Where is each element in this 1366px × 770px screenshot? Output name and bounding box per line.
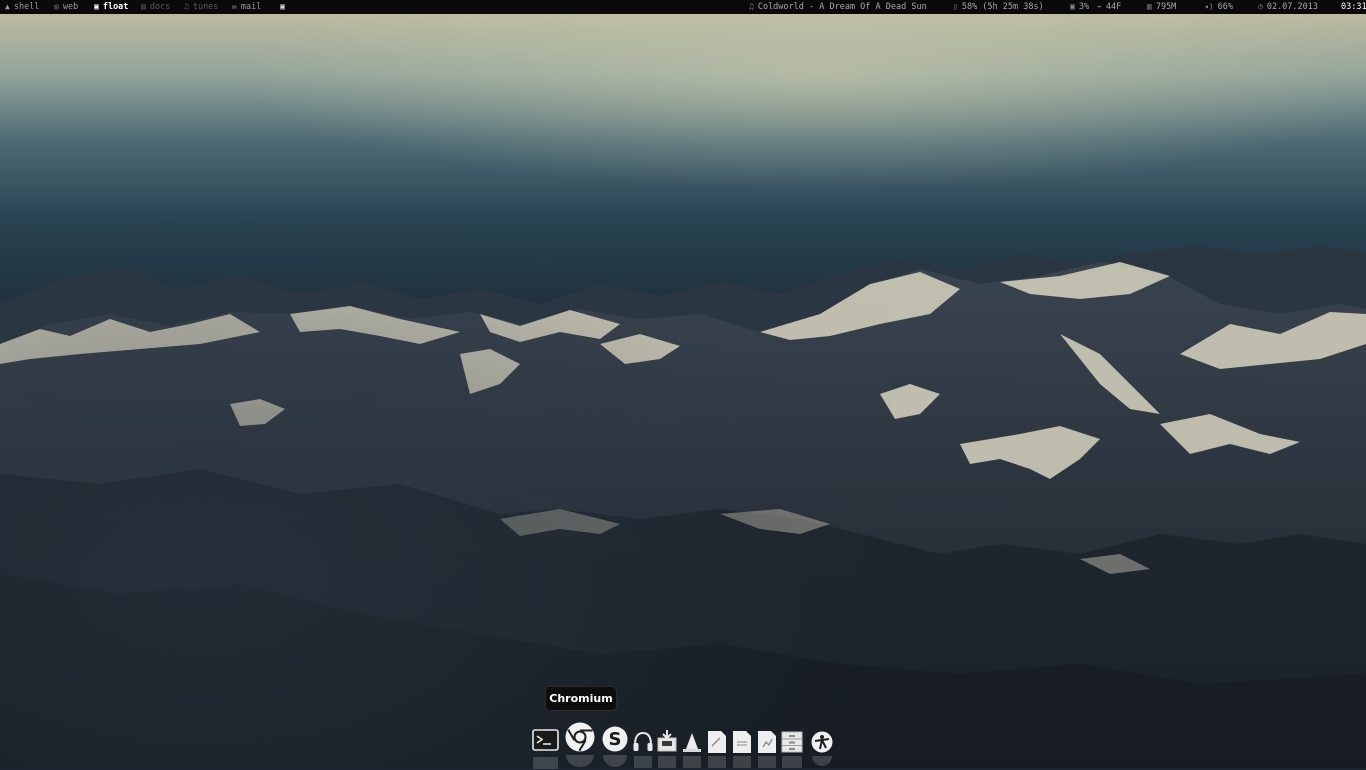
music-note-icon: ♫ <box>749 2 754 11</box>
dock-item-package-manager[interactable] <box>656 729 678 753</box>
speaker-icon: ◂) <box>1204 2 1214 11</box>
document-icon: ▤ <box>141 2 146 11</box>
workspace-web[interactable]: ◎ web <box>54 0 78 14</box>
mountain-landscape <box>0 14 1366 768</box>
document-icon <box>733 731 751 753</box>
dock-item-text-editor[interactable] <box>707 730 727 754</box>
workspace-label: tunes <box>192 2 219 12</box>
envelope-icon: ✉ <box>232 2 237 11</box>
battery-icon: ▯ <box>953 2 958 11</box>
battery-text: 58% (5h 25m 38s) <box>961 2 1044 12</box>
battery-status: ▯ 58% (5h 25m 38s) <box>953 0 1044 14</box>
chromium-icon <box>565 722 595 752</box>
package-icon <box>657 730 677 752</box>
now-playing-text: Coldworld - A Dream Of A Dead Sun <box>757 2 927 12</box>
top-panel: ▲ shell ◎ web ▣ float ▤ docs ♫ tunes ✉ m… <box>0 0 1366 14</box>
layout-indicator[interactable]: ▣ <box>280 0 285 14</box>
window-icon: ▣ <box>94 2 99 11</box>
reflection-settings <box>810 756 834 768</box>
file-cabinet-icon <box>781 731 803 753</box>
dock-item-spreadsheet[interactable] <box>757 730 777 754</box>
music-note-icon: ♫ <box>184 2 189 11</box>
workspace-label: web <box>62 2 79 12</box>
temperature-text: 44F <box>1105 2 1122 12</box>
skype-icon: S <box>602 726 628 752</box>
workspace-label: shell <box>13 2 40 12</box>
time-text: 03:31 <box>1341 2 1366 12</box>
text-document-icon <box>708 731 726 753</box>
reflection-headphones <box>632 756 654 768</box>
workspace-mail[interactable]: ✉ mail <box>232 0 261 14</box>
workspace-label: float <box>102 2 129 12</box>
arch-logo-icon: ▲ <box>5 2 10 11</box>
reflection-package <box>656 756 678 768</box>
svg-text:S: S <box>609 729 622 750</box>
traffic-cone-icon <box>683 733 701 752</box>
cpu-text: 3% <box>1078 2 1090 12</box>
cpu-icon: ▣ <box>1070 2 1075 11</box>
reflection-spreadsheet <box>757 756 777 768</box>
settings-icon <box>811 731 833 753</box>
reflection-document <box>732 756 752 768</box>
dock-item-document-viewer[interactable] <box>732 730 752 754</box>
workspace-float[interactable]: ▣ float <box>94 0 128 14</box>
layout-icon: ▣ <box>280 2 285 11</box>
workspace-label: mail <box>240 2 262 12</box>
desktop-wallpaper <box>0 14 1366 768</box>
headphones-icon <box>633 731 653 751</box>
tooltip-text: Chromium <box>549 692 613 705</box>
dock-item-terminal[interactable] <box>532 728 559 752</box>
workspace-tunes[interactable]: ♫ tunes <box>184 0 218 14</box>
time-status: 03:31 <box>1341 0 1366 14</box>
reflection-skype <box>600 755 630 769</box>
memory-status: ▥ 795M <box>1147 0 1176 14</box>
volume-status[interactable]: ◂) 66% <box>1204 0 1233 14</box>
memory-icon: ▥ <box>1147 2 1152 11</box>
reflection-chromium <box>564 755 596 769</box>
terminal-icon <box>532 729 559 751</box>
dock-item-system-settings[interactable] <box>810 730 834 754</box>
dock-item-chromium[interactable] <box>564 721 596 753</box>
workspace-shell[interactable]: ▲ shell <box>5 0 39 14</box>
dock-tooltip: Chromium <box>545 686 617 711</box>
reflection-text-editor <box>707 756 727 768</box>
globe-icon: ◎ <box>54 2 59 11</box>
workspace-label: docs <box>149 2 171 12</box>
thermometer-icon: ⌁ <box>1097 2 1102 11</box>
temperature-status: ⌁ 44F <box>1097 0 1121 14</box>
workspace-docs[interactable]: ▤ docs <box>141 0 170 14</box>
dock-item-music-player[interactable] <box>632 730 654 754</box>
memory-text: 795M <box>1155 2 1177 12</box>
dock-item-vlc[interactable] <box>682 731 702 753</box>
volume-text: 66% <box>1217 2 1233 12</box>
dock-item-skype[interactable]: S <box>600 725 630 753</box>
reflection-vlc <box>682 756 702 768</box>
cpu-status: ▣ 3% <box>1070 0 1089 14</box>
dock-item-file-manager[interactable] <box>780 730 804 754</box>
clock-icon: ◷ <box>1258 2 1263 11</box>
now-playing: ♫ Coldworld - A Dream Of A Dead Sun <box>749 0 927 14</box>
reflection-file-cabinet <box>780 756 804 768</box>
spreadsheet-icon <box>758 731 776 753</box>
date-text: 02.07.2013 <box>1266 2 1319 12</box>
date-status: ◷ 02.07.2013 <box>1258 0 1318 14</box>
